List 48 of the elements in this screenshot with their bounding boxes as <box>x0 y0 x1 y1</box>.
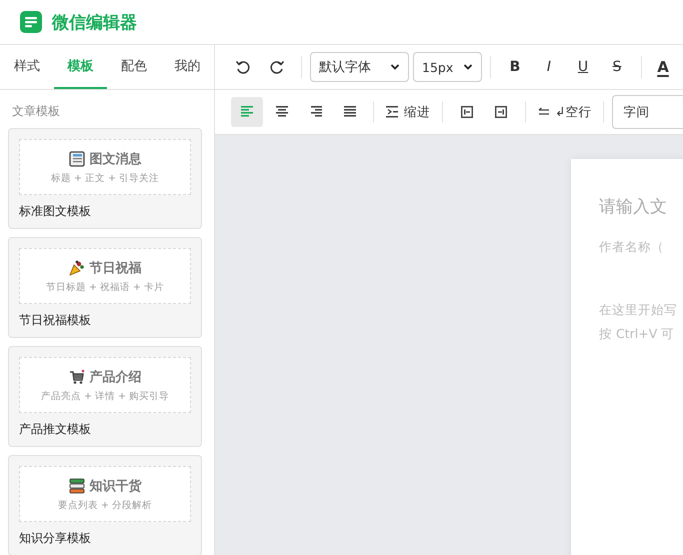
arrow-lines-icon <box>538 107 550 117</box>
chevron-down-icon <box>463 62 473 72</box>
logo-icon <box>20 11 42 33</box>
sidebar-tab[interactable]: 配色 <box>107 45 160 89</box>
align-lines-icon <box>274 106 288 118</box>
template-card[interactable]: 节日祝福 节日标题 + 祝福语 + 卡片 节日祝福模板 <box>8 237 202 338</box>
format-button[interactable]: B <box>499 52 531 82</box>
author-field[interactable]: 作者名称（ <box>599 239 683 254</box>
template-title: 知识干货 <box>90 478 142 494</box>
template-title: 节日祝福 <box>90 260 142 276</box>
sidebar-tab[interactable]: 我的 <box>160 45 214 89</box>
shopping-cart-icon <box>68 368 84 384</box>
indent-button[interactable]: 缩进 <box>382 97 434 127</box>
align-lines-icon <box>308 106 322 118</box>
align-lines-icon <box>240 106 254 118</box>
template-summary: 产品亮点 + 详情 + 购买引导 <box>41 390 169 402</box>
size-select[interactable]: 15px <box>413 52 482 82</box>
template-title: 图文消息 <box>90 150 142 168</box>
letter-spacing-select[interactable]: 字间 <box>612 95 683 129</box>
section-title: 文章模板 <box>11 103 61 120</box>
align-lines-icon <box>342 106 356 118</box>
template-name: 标准图文模板 <box>19 203 92 220</box>
font-select[interactable]: 默认字体 <box>310 52 409 82</box>
template-title: 产品介绍 <box>90 368 142 386</box>
format-button[interactable]: I <box>533 52 565 82</box>
newspaper-icon <box>68 150 84 166</box>
template-card[interactable]: 产品介绍 产品亮点 + 详情 + 购买引导 产品推文模板 <box>8 346 202 447</box>
format-button[interactable]: S <box>601 52 633 82</box>
template-name: 节日祝福模板 <box>19 312 92 329</box>
body-placeholder: 在这里开始写 <box>599 301 678 319</box>
party-popper-icon <box>68 260 84 276</box>
blank-line-button[interactable]: ↲空行 <box>534 97 596 127</box>
format-button[interactable]: U <box>567 52 599 82</box>
template-summary: 标题 + 正文 + 引导关注 <box>51 172 159 184</box>
template-name: 产品推文模板 <box>19 421 92 438</box>
app-title: 微信编辑器 <box>52 12 137 34</box>
indent-icon <box>386 106 399 118</box>
template-summary: 节日标题 + 祝福语 + 卡片 <box>46 280 164 294</box>
title-field[interactable]: 请输入文 <box>599 197 683 217</box>
text-color-button[interactable]: A <box>650 52 676 82</box>
template-summary: 要点列表 + 分段解析 <box>58 498 152 512</box>
template-name: 知识分享模板 <box>19 530 92 547</box>
body-placeholder: 按 Ctrl+V 可 <box>599 325 676 343</box>
books-icon <box>68 478 84 494</box>
template-card[interactable]: 知识干货 要点列表 + 分段解析 知识分享模板 <box>8 455 202 555</box>
sidebar-tab[interactable]: 样式 <box>0 45 54 89</box>
template-card[interactable]: 图文消息 标题 + 正文 + 引导关注 标准图文模板 <box>8 128 202 229</box>
chevron-down-icon <box>390 62 400 72</box>
